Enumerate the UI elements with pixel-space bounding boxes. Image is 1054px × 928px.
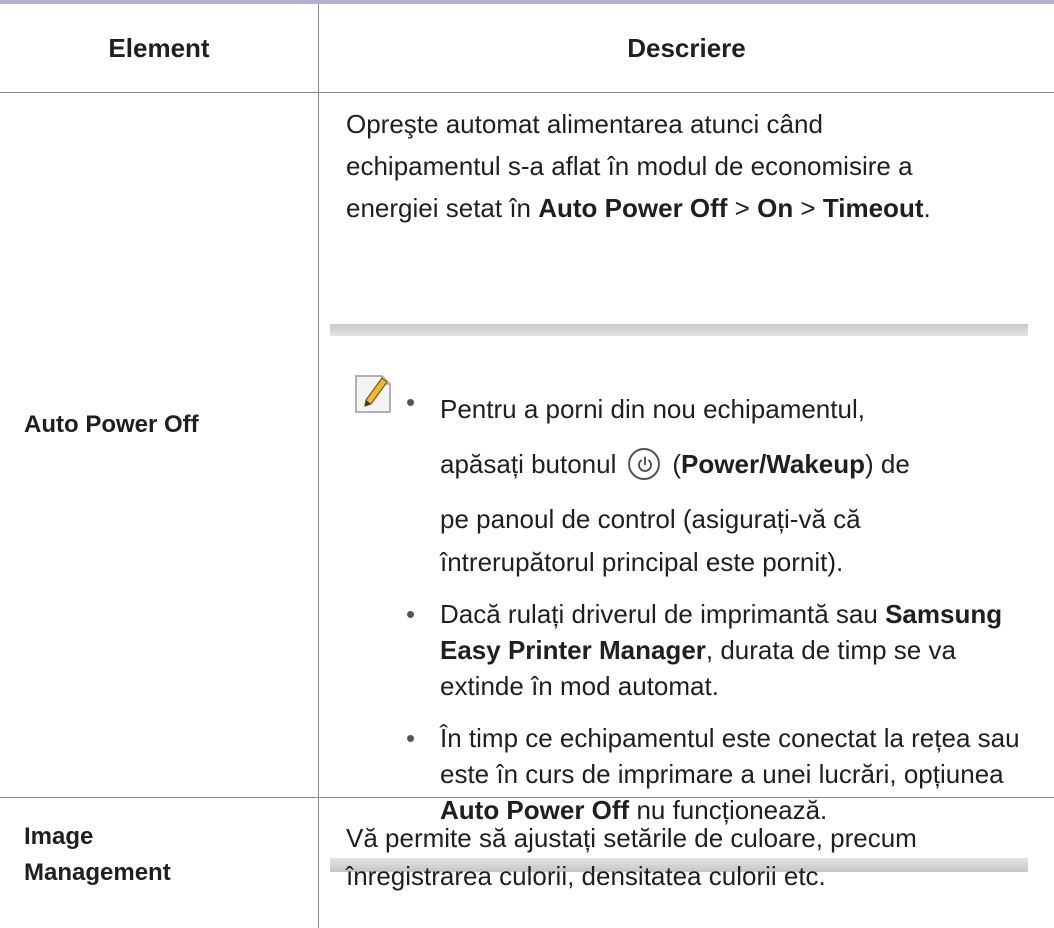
column-header-description: Descriere xyxy=(627,32,746,63)
document-page: Element Descriere Auto Power Off Opreşte… xyxy=(0,0,1054,928)
bullet: • xyxy=(406,723,416,753)
row-description: Opreşte automat alimentarea atunci când … xyxy=(346,103,1036,229)
note-line: pe panoul de control (asigurați-vă că xyxy=(440,504,861,534)
note-bar-top xyxy=(330,324,1028,336)
description-line: energiei setat în Auto Power Off > On > … xyxy=(346,187,1036,229)
note-pencil-icon xyxy=(354,370,392,414)
note-list: • Pentru a porni din nou echipamentul, a… xyxy=(404,384,1024,828)
note-item: • Dacă rulați driverul de imprimantă sau… xyxy=(404,596,1024,704)
row-description: Vă permite să ajustați setările de culoa… xyxy=(346,823,917,891)
description-text: energiei setat în xyxy=(346,193,539,223)
note-line: întrerupătorul principal este pornit). xyxy=(440,547,844,577)
column-divider xyxy=(318,93,319,797)
menu-path-auto-power-off: Auto Power Off xyxy=(538,193,728,223)
table-header-row: Element Descriere xyxy=(0,4,1054,92)
power-wakeup-label: Power/Wakeup xyxy=(681,449,866,479)
description-text: . xyxy=(923,193,931,223)
element-name: Auto Power Off xyxy=(24,411,199,438)
element-name-line: Management xyxy=(24,859,171,886)
power-icon xyxy=(628,448,661,481)
path-separator: > xyxy=(727,193,758,223)
bullet: • xyxy=(406,387,416,417)
column-divider xyxy=(318,4,319,92)
menu-path-on: On xyxy=(757,193,794,223)
description-line: Opreşte automat alimentarea atunci când xyxy=(346,109,823,139)
note-text: ) de xyxy=(865,449,910,479)
note-item: • Pentru a porni din nou echipamentul, a… xyxy=(404,384,1024,580)
note-box: • Pentru a porni din nou echipamentul, a… xyxy=(330,324,1028,872)
note-text: ( xyxy=(672,449,682,479)
note-text: În timp ce echipamentul este conectat la… xyxy=(440,723,1020,789)
description-line: echipamentul s-a aflat în modul de econo… xyxy=(346,151,913,181)
note-line: Pentru a porni din nou echipamentul, xyxy=(440,394,865,424)
note-line: apăsați butonul (Power/Wakeup) de xyxy=(440,434,910,494)
table-row: Auto Power Off Opreşte automat alimentar… xyxy=(0,93,1054,872)
note-text: apăsați butonul xyxy=(440,449,617,479)
column-divider xyxy=(318,798,319,928)
menu-path-timeout: Timeout xyxy=(822,193,924,223)
table-row: Image Management Vă permite să ajustați … xyxy=(0,798,1054,928)
bullet: • xyxy=(406,599,416,629)
element-name: Image Management xyxy=(24,819,171,891)
element-name-line: Image xyxy=(24,823,94,850)
column-header-element: Element xyxy=(108,32,210,63)
note-text: Dacă rulați driverul de imprimantă sau xyxy=(440,599,886,629)
path-separator: > xyxy=(793,193,823,223)
